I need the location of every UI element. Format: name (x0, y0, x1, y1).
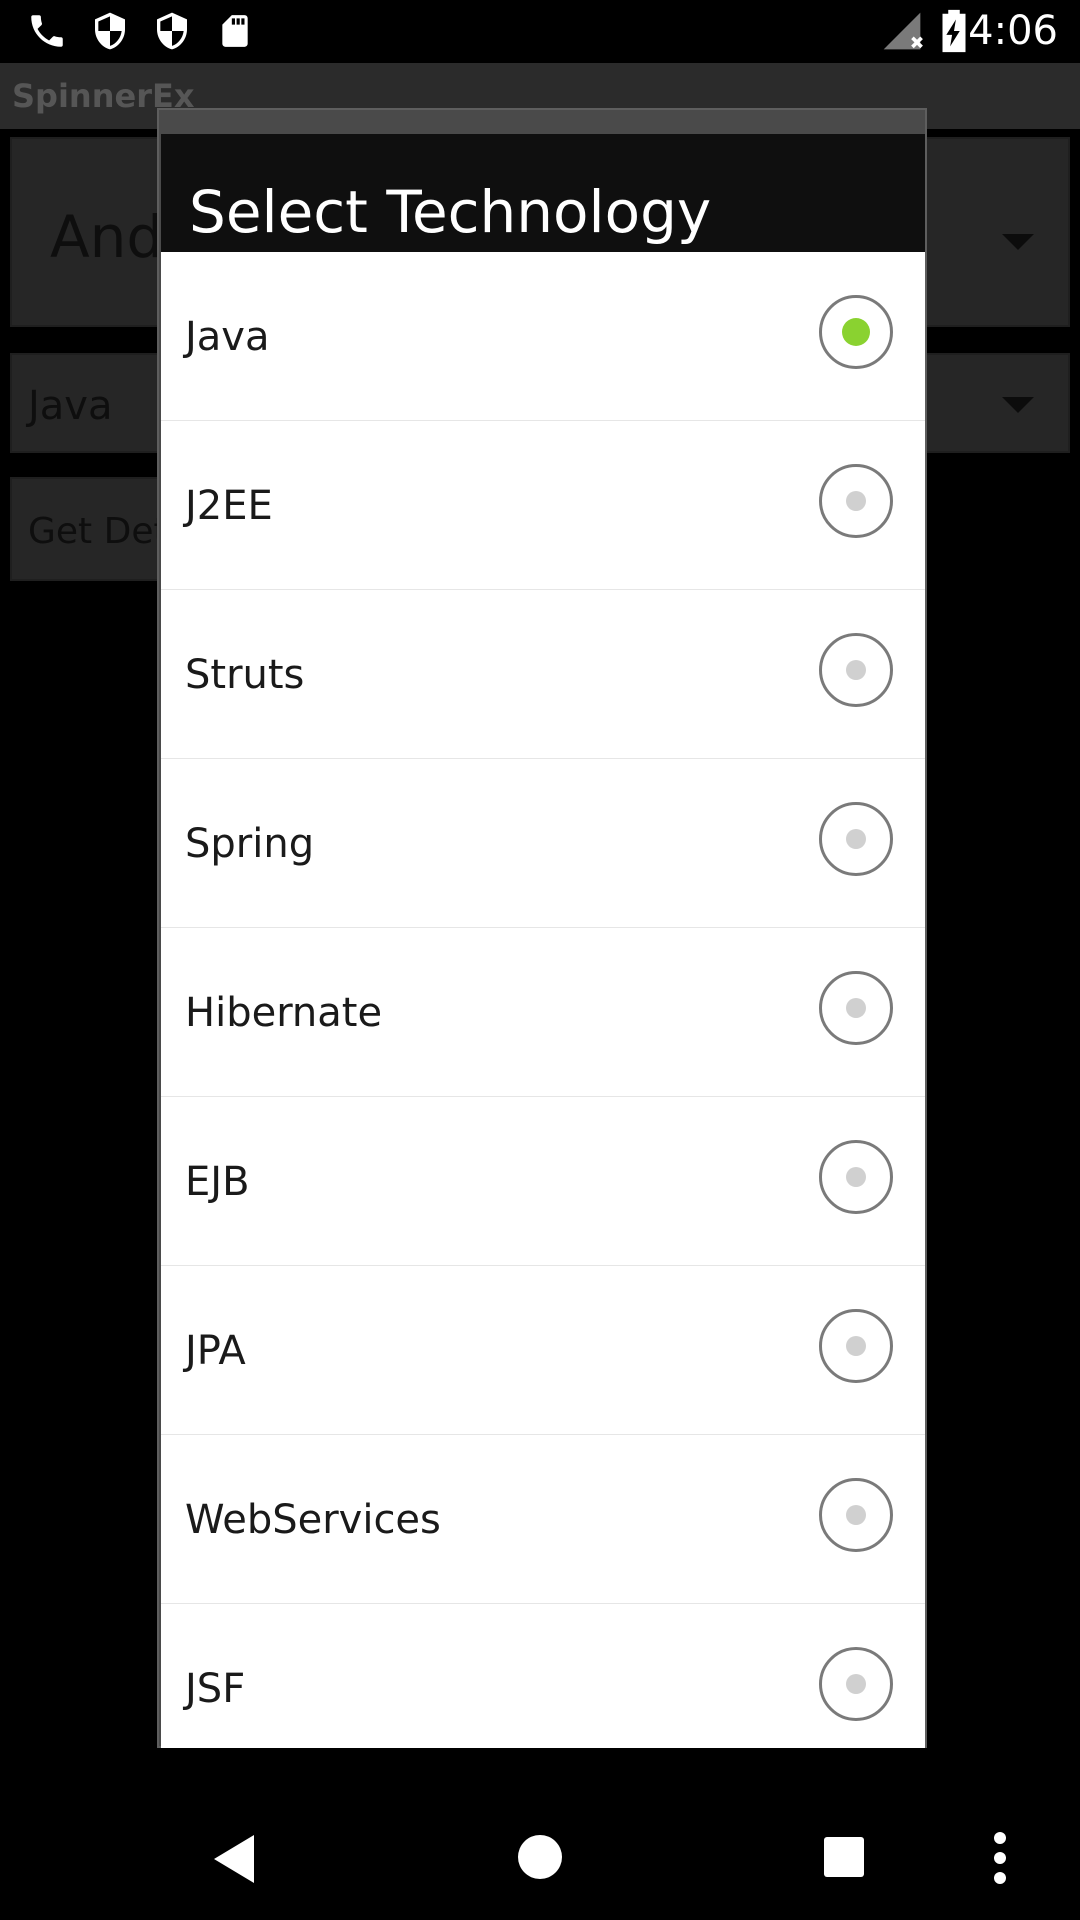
option-row[interactable]: WebServices (161, 1435, 925, 1604)
option-row[interactable]: JPA (161, 1266, 925, 1435)
options-list[interactable]: Java J2EE Struts Spring Hibernate EJB JPA WebSe… (161, 252, 925, 1748)
radio-dot-icon (846, 491, 866, 511)
option-label: J2EE (185, 483, 273, 529)
signal-off-icon (883, 12, 923, 50)
dialog-title: Select Technology (189, 178, 712, 246)
option-label: Hibernate (185, 990, 383, 1036)
navigation-bar (0, 1780, 1080, 1920)
radio-dot-icon (846, 998, 866, 1018)
radio-dot-icon (846, 1674, 866, 1694)
back-icon[interactable] (214, 1835, 254, 1883)
battery-charging-icon (942, 9, 966, 53)
option-label: Struts (185, 652, 305, 698)
option-row[interactable]: Java (161, 252, 925, 421)
overflow-menu-icon[interactable] (994, 1832, 1006, 1884)
option-label: Spring (185, 821, 315, 867)
radio-unselected-icon[interactable] (819, 1140, 893, 1214)
dropdown-arrow-icon (1002, 234, 1034, 250)
home-icon[interactable] (518, 1835, 562, 1879)
option-label: EJB (185, 1159, 250, 1205)
option-row[interactable]: JSF (161, 1604, 925, 1748)
option-row[interactable]: EJB (161, 1097, 925, 1266)
option-row[interactable]: Spring (161, 759, 925, 928)
radio-unselected-icon[interactable] (819, 464, 893, 538)
select-technology-dialog: Select Technology Java J2EE Struts Spring Hi… (157, 108, 927, 1748)
shield-icon (157, 12, 187, 50)
option-label: JSF (185, 1666, 246, 1712)
radio-unselected-icon[interactable] (819, 1478, 893, 1552)
recents-icon[interactable] (824, 1837, 864, 1877)
option-row[interactable]: Hibernate (161, 928, 925, 1097)
radio-selected-icon[interactable] (819, 295, 893, 369)
radio-unselected-icon[interactable] (819, 1647, 893, 1721)
radio-dot-icon (846, 1336, 866, 1356)
option-row[interactable]: Struts (161, 590, 925, 759)
shield-icon (95, 12, 125, 50)
radio-dot-icon (846, 660, 866, 680)
radio-unselected-icon[interactable] (819, 1309, 893, 1383)
sd-card-icon (222, 15, 248, 47)
option-label: JPA (185, 1328, 246, 1374)
status-time: 4:06 (968, 8, 1058, 54)
technology-spinner-value: Java (28, 383, 113, 429)
dropdown-arrow-icon (1002, 397, 1034, 413)
radio-dot-icon (846, 829, 866, 849)
radio-unselected-icon[interactable] (819, 971, 893, 1045)
radio-unselected-icon[interactable] (819, 633, 893, 707)
status-bar: 4:06 (0, 0, 1080, 63)
radio-unselected-icon[interactable] (819, 802, 893, 876)
radio-dot-icon (842, 318, 870, 346)
option-row[interactable]: J2EE (161, 421, 925, 590)
phone-icon (31, 15, 63, 47)
option-label: Java (185, 314, 270, 360)
option-label: WebServices (185, 1497, 441, 1543)
radio-dot-icon (846, 1505, 866, 1525)
radio-dot-icon (846, 1167, 866, 1187)
